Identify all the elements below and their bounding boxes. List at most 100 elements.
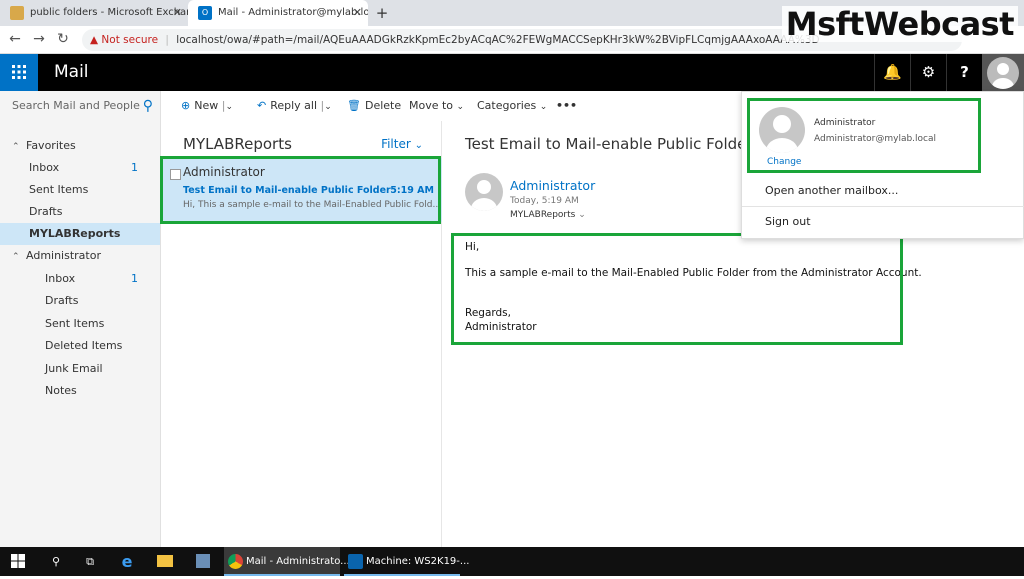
browser-tab-public-folders[interactable]: public folders - Microsoft Exchar ✕	[0, 0, 188, 26]
highlight-box-body	[451, 233, 903, 345]
account-header[interactable]: ⌃ Administrator	[0, 245, 160, 267]
command-bar: ⊕ New |⌄ ↶ Reply all |⌄ 🗑 Delete Move to ⌄ …	[161, 91, 741, 121]
outlook-icon: O	[198, 6, 212, 20]
back-arrow-icon[interactable]: ←	[6, 31, 24, 47]
nav-label: Sent Items	[45, 317, 105, 330]
chrome-icon	[228, 554, 243, 569]
open-another-mailbox-item[interactable]: Open another mailbox...	[765, 184, 898, 197]
highlight-box-message	[160, 156, 441, 224]
windows-logo-icon	[11, 554, 25, 568]
divider	[742, 206, 1024, 207]
chevron-down-icon[interactable]: ⌄	[324, 102, 332, 112]
move-to-button[interactable]: Move to ⌄	[409, 91, 464, 122]
nav-item-notes[interactable]: Notes	[0, 380, 160, 402]
folder-pane: Search Mail and People ⚲ ⌃ Favorites Inbo…	[0, 91, 161, 547]
browser-tab-mail[interactable]: O Mail - Administrator@mylab.loca ✕	[188, 0, 368, 26]
taskbar-app-label: Machine: WS2K19-...	[366, 556, 470, 567]
chevron-down-icon: ⌄	[539, 102, 548, 112]
reply-all-label: Reply all	[270, 99, 318, 112]
collapse-caret-icon[interactable]: ⌃	[12, 246, 26, 268]
sign-out-item[interactable]: Sign out	[765, 215, 811, 228]
new-button[interactable]: ⊕ New |⌄	[181, 91, 233, 122]
reply-all-button[interactable]: ↶ Reply all |⌄	[257, 91, 332, 122]
nav-label: Inbox	[29, 161, 60, 174]
filter-label: Filter	[381, 137, 411, 151]
taskbar-app-label: Mail - Administrato...	[246, 556, 350, 567]
search-placeholder: Search Mail and People	[12, 99, 140, 112]
nav-label: Deleted Items	[45, 339, 123, 352]
server-manager-icon[interactable]	[186, 547, 220, 576]
exchange-icon	[348, 554, 363, 569]
taskbar-app-chrome-mail[interactable]: Mail - Administrato...	[224, 547, 350, 576]
close-tab-icon[interactable]: ✕	[353, 0, 362, 26]
chevron-down-icon: ⌄	[414, 140, 423, 151]
help-icon[interactable]: ?	[946, 54, 982, 91]
divider: |	[165, 34, 169, 46]
waffle-grid-icon	[12, 65, 26, 79]
internet-explorer-icon[interactable]: e	[110, 547, 144, 576]
nav-item-drafts[interactable]: Drafts	[0, 290, 160, 312]
search-icon[interactable]: ⚲	[40, 547, 72, 576]
reload-icon[interactable]: ↻	[54, 31, 72, 47]
task-view-icon[interactable]: ⧉	[74, 547, 106, 576]
nav-item-mylabreports[interactable]: MYLABReports	[0, 223, 160, 245]
settings-gear-icon[interactable]: ⚙	[910, 54, 946, 91]
favorites-label: Favorites	[26, 139, 76, 152]
collapse-caret-icon[interactable]: ⌃	[12, 136, 26, 158]
new-tab-button[interactable]: +	[372, 0, 392, 26]
search-input[interactable]: Search Mail and People ⚲	[0, 91, 161, 121]
taskbar-app-exchange-machine[interactable]: Machine: WS2K19-...	[344, 547, 469, 576]
file-explorer-icon[interactable]	[148, 547, 182, 576]
sender-avatar-icon[interactable]	[465, 173, 503, 211]
nav-label: Notes	[45, 384, 77, 397]
search-icon[interactable]: ⚲	[143, 91, 153, 121]
nav-item-favorites-sent[interactable]: Sent Items	[0, 179, 160, 201]
reading-from[interactable]: Administrator	[510, 178, 595, 193]
move-to-label: Move to	[409, 99, 454, 112]
message-list: MYLABReports Filter ⌄ Administrator Test…	[160, 121, 442, 547]
reading-recipient[interactable]: MYLABReports ⌄	[510, 210, 586, 220]
forward-arrow-icon[interactable]: →	[30, 31, 48, 47]
windows-start-icon[interactable]	[0, 547, 36, 576]
close-tab-icon[interactable]: ✕	[173, 0, 182, 26]
chevron-down-icon[interactable]: ⌄	[225, 102, 233, 112]
tab-title: Mail - Administrator@mylab.loca	[218, 7, 368, 18]
nav-label: Drafts	[29, 205, 63, 218]
reply-all-icon: ↶	[257, 99, 267, 112]
filter-button[interactable]: Filter ⌄	[381, 137, 423, 151]
exchange-folder-icon	[10, 6, 24, 20]
trash-icon: 🗑	[347, 99, 361, 112]
unread-count: 1	[131, 161, 138, 174]
nav-label: Junk Email	[45, 362, 103, 375]
nav-item-deleted-items[interactable]: Deleted Items	[0, 335, 160, 357]
nav-item-junk-email[interactable]: Junk Email	[0, 358, 160, 380]
categories-label: Categories	[477, 99, 537, 112]
nav-item-inbox[interactable]: Inbox 1	[0, 268, 160, 290]
tab-title: public folders - Microsoft Exchar	[30, 7, 188, 18]
highlight-box-account	[747, 98, 981, 173]
delete-button[interactable]: 🗑 Delete	[347, 91, 401, 121]
reading-date: Today, 5:19 AM	[510, 196, 579, 206]
unread-count: 1	[131, 272, 138, 285]
nav-item-favorites-inbox[interactable]: Inbox 1	[0, 157, 160, 179]
nav-label: MYLABReports	[29, 227, 121, 240]
account-avatar-button[interactable]	[982, 54, 1024, 91]
more-actions-button[interactable]: •••	[556, 91, 577, 121]
recipient-label: MYLABReports	[510, 210, 576, 220]
notifications-bell-icon[interactable]: 🔔	[874, 54, 910, 91]
account-label: Administrator	[26, 249, 101, 262]
nav-item-sent-items[interactable]: Sent Items	[0, 313, 160, 335]
security-status: Not secure	[101, 34, 159, 46]
expand-chevron-icon[interactable]: ⌄	[578, 210, 586, 220]
owa-header: Mail 🔔 ⚙ ?	[0, 54, 1024, 91]
avatar-icon	[987, 57, 1019, 89]
nav-item-favorites-drafts[interactable]: Drafts	[0, 201, 160, 223]
nav-label: Inbox	[45, 272, 76, 285]
favorites-header[interactable]: ⌃ Favorites	[0, 135, 160, 157]
app-launcher-icon[interactable]	[0, 54, 38, 91]
new-label: New	[194, 99, 219, 112]
categories-button[interactable]: Categories ⌄	[477, 91, 547, 122]
plus-icon: ⊕	[181, 99, 191, 112]
windows-taskbar: ⚲ ⧉ e Mail - Administrato... Machine: WS…	[0, 547, 1024, 576]
url-text: localhost/owa/#path=/mail/AQEuAAADGkRzkK…	[176, 34, 820, 46]
